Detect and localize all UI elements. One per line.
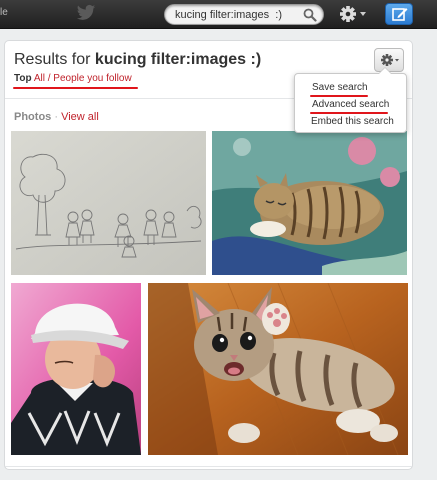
annotation-underline-filters xyxy=(13,87,138,89)
menu-item-embed-search[interactable]: Embed this search xyxy=(311,116,394,127)
search-input[interactable] xyxy=(175,8,301,22)
nav-edge-text[interactable]: le xyxy=(0,7,8,18)
compose-tweet-icon xyxy=(392,8,408,21)
search-icon[interactable] xyxy=(303,8,317,22)
top-navigation-bar: le xyxy=(0,0,437,29)
search-results-card: Results for kucing filter:images :) Top … xyxy=(4,40,413,470)
sleeping-tabby-cat-photo[interactable] xyxy=(212,131,407,275)
annotation-underline-save-search xyxy=(310,95,368,97)
filter-all-people-you-follow[interactable]: All / People you follow xyxy=(34,73,132,84)
pencil-sketch-photo[interactable] xyxy=(11,131,206,275)
boy-image xyxy=(11,283,141,455)
search-query-text: kucing filter:images :) xyxy=(94,51,262,68)
page-title: Results for kucing filter:images :) xyxy=(14,51,261,69)
gear-icon xyxy=(381,54,399,66)
photos-section-header: Photos · View all xyxy=(14,111,99,123)
annotation-underline-advanced-search xyxy=(310,112,388,114)
card-footer-divider xyxy=(5,466,412,467)
photos-label: Photos xyxy=(14,111,52,123)
compose-tweet-button[interactable] xyxy=(385,3,413,25)
search-options-menu: Save search Advanced search Embed this s… xyxy=(294,67,407,133)
menu-item-save-search[interactable]: Save search xyxy=(312,82,368,93)
photos-separator: · xyxy=(54,111,59,123)
filter-top[interactable]: Top xyxy=(14,73,32,84)
playful-kitten-photo[interactable] xyxy=(148,283,408,455)
tabby-cat-image xyxy=(212,131,407,275)
search-box xyxy=(164,4,324,25)
results-prefix: Results for xyxy=(14,51,91,68)
twitter-bird-icon[interactable] xyxy=(76,4,96,22)
kitten-image xyxy=(148,283,408,455)
boy-in-cap-photo[interactable] xyxy=(11,283,141,455)
sketch-image xyxy=(11,131,206,275)
menu-item-advanced-search[interactable]: Advanced search xyxy=(312,99,389,110)
result-filters: Top All / People you follow xyxy=(14,73,132,84)
settings-gear-icon[interactable] xyxy=(338,3,368,25)
view-all-photos-link[interactable]: View all xyxy=(61,111,99,123)
